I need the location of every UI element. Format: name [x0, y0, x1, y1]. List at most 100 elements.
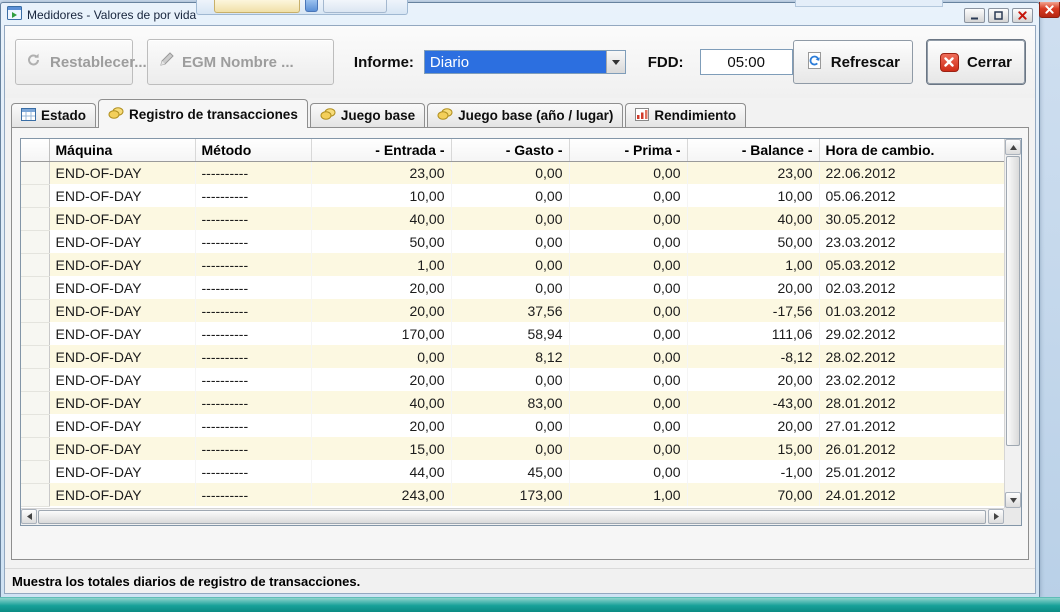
- tab-juego-base[interactable]: Juego base: [310, 103, 425, 127]
- egm-nombre-button[interactable]: EGM Nombre ...: [147, 39, 334, 85]
- col-header-maquina[interactable]: Máquina: [49, 139, 195, 161]
- fdd-field[interactable]: 05:00: [700, 49, 793, 75]
- tab-estado[interactable]: Estado: [11, 103, 96, 127]
- informe-label: Informe:: [354, 54, 414, 71]
- tab-juego-base-ano-lugar[interactable]: Juego base (año / lugar): [427, 103, 623, 127]
- row-selector[interactable]: [21, 230, 49, 253]
- coins-icon: [437, 107, 453, 124]
- table-row[interactable]: END-OF-DAY----------23,000,000,0023,0022…: [21, 161, 1004, 184]
- table-row[interactable]: END-OF-DAY----------10,000,000,0010,0005…: [21, 184, 1004, 207]
- maximize-button[interactable]: [988, 8, 1009, 23]
- row-selector[interactable]: [21, 184, 49, 207]
- table-row[interactable]: END-OF-DAY----------15,000,000,0015,0026…: [21, 437, 1004, 460]
- select-all-header[interactable]: [21, 139, 49, 161]
- table-row[interactable]: END-OF-DAY----------20,0037,560,00-17,56…: [21, 299, 1004, 322]
- cell-entrada: 20,00: [311, 414, 451, 437]
- titlebar[interactable]: Medidores - Valores de por vida: [4, 5, 1036, 25]
- tab-registro-de-transacciones[interactable]: Registro de transacciones: [98, 99, 308, 128]
- row-selector[interactable]: [21, 437, 49, 460]
- header-row: Máquina Método - Entrada - - Gasto - - P…: [21, 139, 1004, 161]
- table-row[interactable]: END-OF-DAY----------243,00173,001,0070,0…: [21, 483, 1004, 506]
- transactions-grid: Máquina Método - Entrada - - Gasto - - P…: [20, 138, 1022, 526]
- cell-gasto: 173,00: [451, 483, 569, 506]
- cell-entrada: 20,00: [311, 368, 451, 391]
- scroll-right-button[interactable]: [988, 509, 1004, 524]
- table-row[interactable]: END-OF-DAY----------20,000,000,0020,0027…: [21, 414, 1004, 437]
- cell-maquina: END-OF-DAY: [49, 322, 195, 345]
- minimize-button[interactable]: [964, 8, 985, 23]
- row-selector[interactable]: [21, 207, 49, 230]
- informe-dropdown[interactable]: Diario: [424, 50, 626, 74]
- cell-balance: 20,00: [687, 368, 819, 391]
- row-selector[interactable]: [21, 253, 49, 276]
- cell-maquina: END-OF-DAY: [49, 230, 195, 253]
- col-header-prima[interactable]: - Prima -: [569, 139, 687, 161]
- close-icon: [1018, 11, 1027, 20]
- table-row[interactable]: END-OF-DAY----------20,000,000,0020,0023…: [21, 368, 1004, 391]
- cell-gasto: 37,56: [451, 299, 569, 322]
- scroll-left-button[interactable]: [21, 509, 37, 524]
- row-selector[interactable]: [21, 368, 49, 391]
- col-header-gasto[interactable]: - Gasto -: [451, 139, 569, 161]
- vertical-scrollbar[interactable]: [1004, 139, 1021, 508]
- row-selector[interactable]: [21, 276, 49, 299]
- dropdown-button[interactable]: [606, 51, 625, 73]
- row-selector[interactable]: [21, 483, 49, 506]
- cell-entrada: 40,00: [311, 391, 451, 414]
- close-button[interactable]: [1012, 8, 1033, 23]
- cell-metodo: ----------: [195, 460, 311, 483]
- row-selector[interactable]: [21, 391, 49, 414]
- tab-label: Rendimiento: [654, 108, 736, 123]
- restablecer-button[interactable]: Restablecer...: [15, 39, 133, 85]
- cell-maquina: END-OF-DAY: [49, 414, 195, 437]
- table-row[interactable]: END-OF-DAY----------50,000,000,0050,0023…: [21, 230, 1004, 253]
- close-icon: [1045, 1, 1054, 19]
- col-header-hora-de-cambio[interactable]: Hora de cambio.: [819, 139, 1004, 161]
- row-selector[interactable]: [21, 322, 49, 345]
- cell-gasto: 0,00: [451, 230, 569, 253]
- row-selector[interactable]: [21, 460, 49, 483]
- scroll-up-button[interactable]: [1005, 139, 1021, 155]
- table-row[interactable]: END-OF-DAY----------170,0058,940,00111,0…: [21, 322, 1004, 345]
- informe-selected-value: Diario: [425, 51, 606, 73]
- row-selector[interactable]: [21, 345, 49, 368]
- tab-strip: Estado Registro de transacciones Juego b…: [5, 98, 1035, 127]
- cell-gasto: 58,94: [451, 322, 569, 345]
- horizontal-scrollbar[interactable]: [21, 508, 1004, 525]
- row-selector[interactable]: [21, 161, 49, 184]
- table-row[interactable]: END-OF-DAY----------40,0083,000,00-43,00…: [21, 391, 1004, 414]
- horizontal-scroll-thumb[interactable]: [38, 510, 986, 524]
- cell-prima: 0,00: [569, 184, 687, 207]
- table-row[interactable]: END-OF-DAY----------0,008,120,00-8,1228.…: [21, 345, 1004, 368]
- table-row[interactable]: END-OF-DAY----------44,0045,000,00-1,002…: [21, 460, 1004, 483]
- table-row[interactable]: END-OF-DAY----------40,000,000,0040,0030…: [21, 207, 1004, 230]
- cell-prima: 0,00: [569, 437, 687, 460]
- cell-maquina: END-OF-DAY: [49, 345, 195, 368]
- tab-label: Estado: [41, 108, 86, 123]
- col-header-metodo[interactable]: Método: [195, 139, 311, 161]
- cell-metodo: ----------: [195, 299, 311, 322]
- tab-label: Juego base: [341, 108, 415, 123]
- arrow-left-icon: [27, 513, 32, 520]
- row-selector[interactable]: [21, 299, 49, 322]
- vertical-scroll-thumb[interactable]: [1006, 156, 1020, 446]
- cell-hora-de-cambio: 05.06.2012: [819, 184, 1004, 207]
- cell-entrada: 20,00: [311, 276, 451, 299]
- row-selector[interactable]: [21, 414, 49, 437]
- refrescar-button[interactable]: Refrescar: [793, 40, 913, 84]
- restablecer-label: Restablecer...: [50, 54, 147, 71]
- tab-rendimiento[interactable]: Rendimiento: [625, 103, 746, 127]
- table-row[interactable]: END-OF-DAY----------1,000,000,001,0005.0…: [21, 253, 1004, 276]
- cell-prima: 0,00: [569, 322, 687, 345]
- close-x-icon: [940, 53, 959, 72]
- cell-gasto: 0,00: [451, 276, 569, 299]
- table-row[interactable]: END-OF-DAY----------20,000,000,0020,0002…: [21, 276, 1004, 299]
- status-grid-icon: [21, 108, 36, 124]
- col-header-entrada[interactable]: - Entrada -: [311, 139, 451, 161]
- col-header-balance[interactable]: - Balance -: [687, 139, 819, 161]
- scroll-down-button[interactable]: [1005, 492, 1021, 508]
- cerrar-button[interactable]: Cerrar: [927, 40, 1025, 84]
- cell-maquina: END-OF-DAY: [49, 460, 195, 483]
- cell-hora-de-cambio: 27.01.2012: [819, 414, 1004, 437]
- background-close-button[interactable]: [1039, 2, 1060, 18]
